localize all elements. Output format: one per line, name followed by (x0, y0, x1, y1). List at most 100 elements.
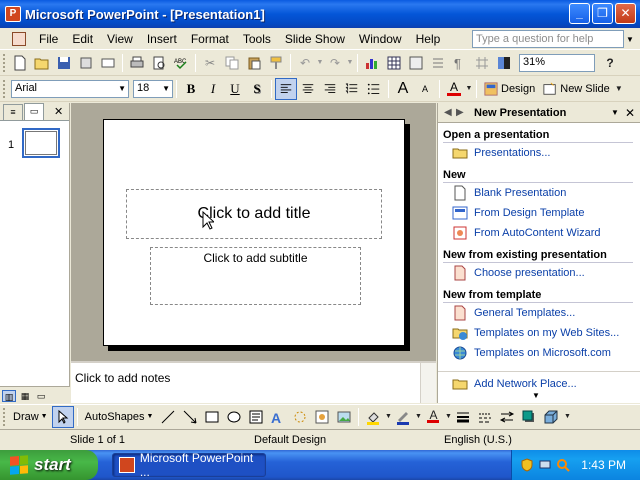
draw-menu-button[interactable]: Draw ▼ (9, 411, 52, 423)
menu-help[interactable]: Help (409, 32, 448, 46)
underline-icon[interactable]: U (224, 78, 246, 100)
menu-edit[interactable]: Edit (65, 32, 100, 46)
slide-show-view-icon[interactable]: ▭ (34, 390, 48, 402)
toolbar-options-icon[interactable]: ▼ (614, 78, 624, 100)
minimize-button[interactable]: _ (569, 3, 590, 24)
font-color-icon[interactable]: A (443, 78, 465, 100)
link-blank-presentation[interactable]: Blank Presentation (452, 183, 640, 203)
size-dropdown-icon[interactable]: ▼ (162, 84, 170, 93)
task-pane-dropdown-icon[interactable]: ▼ (611, 108, 619, 117)
menu-insert[interactable]: Insert (140, 32, 184, 46)
diagram-icon[interactable] (289, 406, 311, 428)
design-button[interactable]: Design (480, 78, 539, 100)
title-placeholder[interactable]: Click to add title (126, 189, 382, 239)
draw-font-color-icon[interactable]: A (422, 406, 444, 428)
link-add-network-place[interactable]: Add Network Place... (452, 374, 640, 394)
search-tray-icon[interactable] (556, 458, 570, 472)
link-autocontent-wizard-label[interactable]: From AutoContent Wizard (474, 227, 601, 239)
menu-tools[interactable]: Tools (236, 32, 278, 46)
line-color-icon[interactable] (392, 406, 414, 428)
clip-art-icon[interactable] (311, 406, 333, 428)
new-slide-button[interactable]: New Slide (539, 78, 614, 100)
line-icon[interactable] (157, 406, 179, 428)
open-icon[interactable] (31, 52, 53, 74)
font-color-dropdown-icon[interactable]: ▼ (465, 78, 473, 100)
paste-icon[interactable] (243, 52, 265, 74)
redo-dropdown-icon[interactable]: ▼ (346, 52, 354, 74)
link-choose-presentation[interactable]: Choose presentation... (452, 263, 640, 283)
toolbar-grip[interactable] (3, 53, 6, 72)
insert-table-icon[interactable] (383, 52, 405, 74)
menu-window[interactable]: Window (352, 32, 409, 46)
email-icon[interactable] (97, 52, 119, 74)
numbering-icon[interactable] (341, 78, 363, 100)
powerpoint-app-icon[interactable]: P (5, 6, 21, 22)
normal-view-icon[interactable]: ▥ (2, 389, 16, 402)
undo-dropdown-icon[interactable]: ▼ (316, 52, 324, 74)
menu-file[interactable]: File (32, 32, 65, 46)
font-size-select[interactable]: 18 ▼ (133, 79, 173, 98)
spelling-icon[interactable]: ABC (170, 52, 192, 74)
menu-slide-show[interactable]: Slide Show (278, 32, 352, 46)
color-grayscale-icon[interactable] (493, 52, 515, 74)
tab-slides[interactable]: ▭ (24, 103, 44, 120)
task-pane-scroll-down-icon[interactable]: ▼ (532, 391, 540, 400)
oval-icon[interactable] (223, 406, 245, 428)
arrow-icon[interactable] (179, 406, 201, 428)
bold-icon[interactable]: B (180, 78, 202, 100)
bullets-icon[interactable] (363, 78, 385, 100)
notes-scrollbar[interactable] (420, 363, 436, 403)
notes-placeholder[interactable]: Click to add notes (75, 371, 170, 385)
align-right-icon[interactable] (319, 78, 341, 100)
autoshapes-menu-button[interactable]: AutoShapes ▼ (81, 411, 158, 423)
arrow-style-icon[interactable] (496, 406, 518, 428)
link-blank-presentation-label[interactable]: Blank Presentation (474, 187, 566, 199)
format-painter-icon[interactable] (265, 52, 287, 74)
link-general-templates[interactable]: General Templates... (452, 303, 640, 323)
forward-icon[interactable]: ▶ (456, 107, 468, 118)
help-search-input[interactable]: Type a question for help (472, 30, 624, 48)
subtitle-placeholder[interactable]: Click to add subtitle (150, 247, 361, 305)
expand-all-icon[interactable] (427, 52, 449, 74)
link-autocontent-wizard[interactable]: From AutoContent Wizard (452, 223, 640, 243)
decrease-font-size-icon[interactable]: A (414, 78, 436, 100)
print-preview-icon[interactable] (148, 52, 170, 74)
grid-icon[interactable] (471, 52, 493, 74)
tab-outline[interactable]: ≡ (3, 104, 23, 120)
link-presentations-label[interactable]: Presentations... (474, 147, 550, 159)
text-box-icon[interactable] (245, 406, 267, 428)
menu-format[interactable]: Format (184, 32, 236, 46)
wordart-icon[interactable]: A (267, 406, 289, 428)
print-icon[interactable] (126, 52, 148, 74)
link-add-network-place-label[interactable]: Add Network Place... (474, 378, 577, 390)
slide-canvas[interactable]: Click to add title Click to add subtitle (103, 119, 405, 346)
insert-chart-icon[interactable] (361, 52, 383, 74)
start-button[interactable]: start (0, 450, 98, 480)
task-pane-close-icon[interactable]: ✕ (625, 106, 635, 120)
line-style-icon[interactable] (452, 406, 474, 428)
shadow-icon[interactable]: S (246, 78, 268, 100)
link-design-template[interactable]: From Design Template (452, 203, 640, 223)
fill-color-dropdown-icon[interactable]: ▼ (384, 406, 392, 428)
font-select[interactable]: Arial ▼ (11, 79, 129, 98)
copy-icon[interactable] (221, 52, 243, 74)
fill-color-icon[interactable] (362, 406, 384, 428)
link-design-template-label[interactable]: From Design Template (474, 207, 584, 219)
toolbar-grip[interactable] (3, 79, 6, 98)
new-icon[interactable] (9, 52, 31, 74)
slide-thumbnail[interactable] (22, 128, 60, 158)
redo-icon[interactable]: ↷ (324, 52, 346, 74)
select-objects-icon[interactable] (51, 405, 74, 428)
notes-pane[interactable]: Click to add notes (71, 361, 436, 403)
close-button[interactable]: ✕ (615, 3, 636, 24)
dash-style-icon[interactable] (474, 406, 496, 428)
restore-button[interactable]: ❐ (592, 3, 613, 24)
shadow-style-icon[interactable] (518, 406, 540, 428)
permission-icon[interactable] (75, 52, 97, 74)
link-presentations[interactable]: Presentations... (452, 143, 640, 163)
zoom-select[interactable]: 31% (519, 53, 595, 72)
link-choose-presentation-label[interactable]: Choose presentation... (474, 267, 585, 279)
increase-font-size-icon[interactable]: A (392, 78, 414, 100)
toolbar-grip[interactable] (3, 407, 6, 426)
menu-view[interactable]: View (100, 32, 140, 46)
